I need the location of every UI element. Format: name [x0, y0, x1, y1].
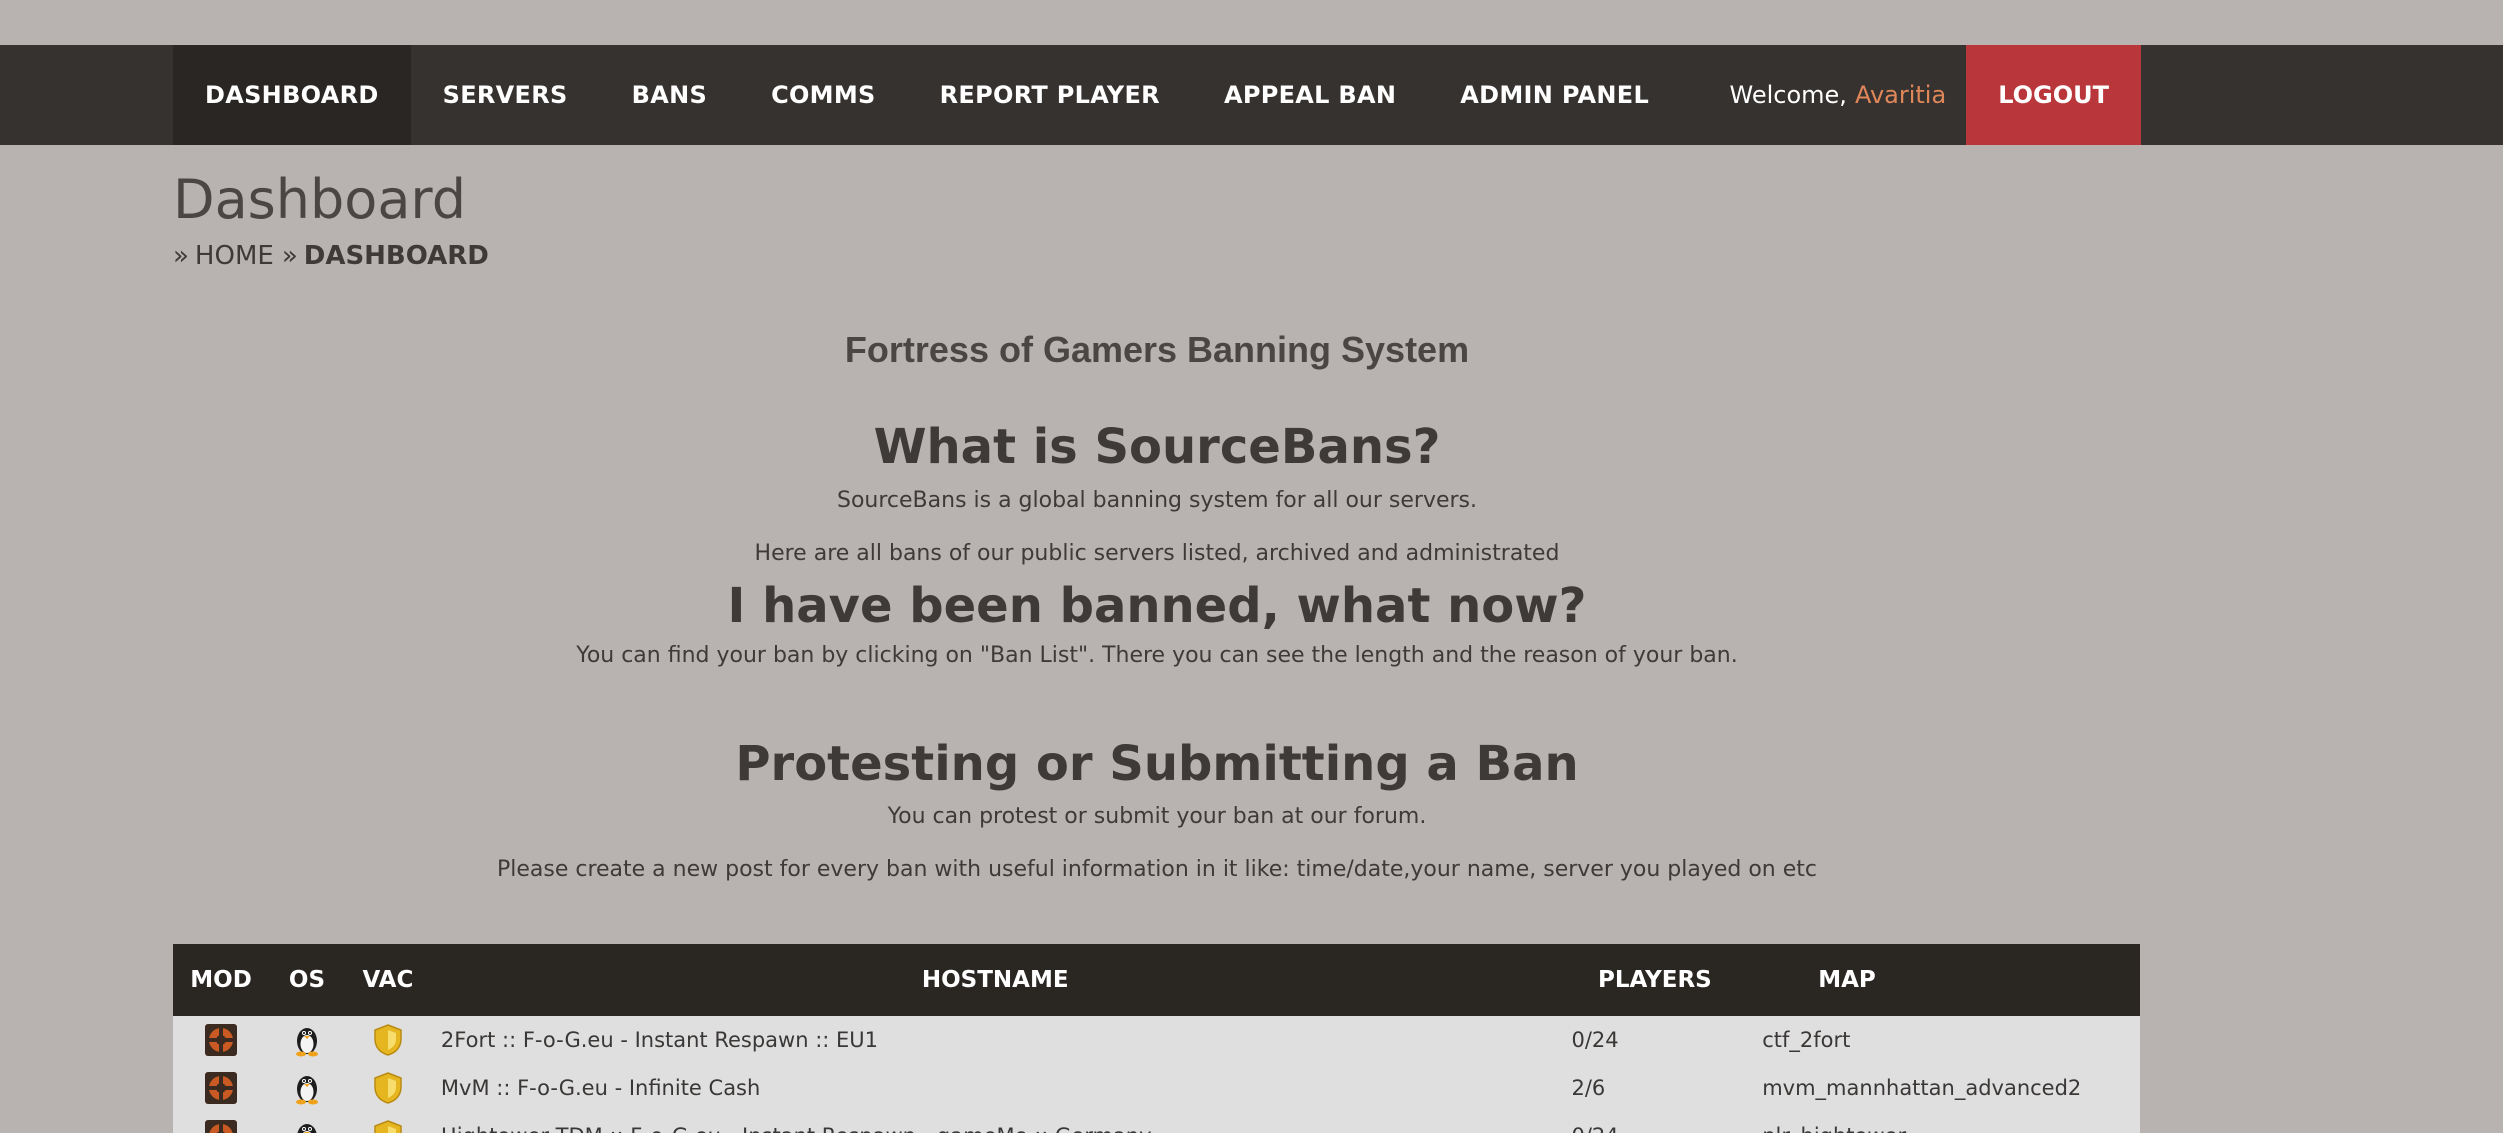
breadcrumb-current: DASHBOARD — [303, 241, 489, 271]
col-header-players: PLAYERS — [1597, 967, 1712, 994]
intro-paragraph-5: Please create a new post for every ban w… — [496, 857, 1818, 883]
welcome-text: Welcome, — [1729, 81, 1847, 109]
linux-tux-icon — [295, 1028, 318, 1057]
heading-what-is-sourcebans: What is SourceBans? — [873, 419, 1441, 475]
col-header-mod: MOD — [190, 967, 252, 994]
hostname-cell: Hightower TDM :: F-o-G.eu - Instant Resp… — [431, 1112, 1560, 1133]
mod-cell — [173, 1112, 269, 1133]
intro-paragraph-3: You can find your ban by clicking on "Ba… — [576, 642, 1738, 668]
mod-cell — [173, 1016, 269, 1064]
heading-protesting: Protesting or Submitting a Ban — [735, 735, 1579, 792]
server-row[interactable]: MvM :: F-o-G.eu - Infinite Cash 2/6 mvm_… — [173, 1064, 2140, 1113]
vac-shield-icon — [374, 1024, 402, 1057]
nav-dashboard[interactable]: DASHBOARD — [173, 45, 411, 145]
players-cell: 0/24 — [1560, 1112, 1751, 1133]
players-cell: 0/24 — [1571, 1028, 1619, 1053]
map-cell: plr_hightower — [1750, 1112, 2140, 1133]
nav-bans[interactable]: BANS — [600, 45, 739, 145]
col-header-hostname: HOSTNAME — [921, 967, 1069, 994]
username-link[interactable]: Avaritia — [1855, 81, 1946, 109]
linux-tux-icon — [295, 1076, 318, 1105]
breadcrumb-home[interactable]: HOME — [195, 241, 274, 271]
col-header-map: MAP — [1818, 967, 1876, 994]
main-content: Dashboard » HOME» DASHBOARD Fortress of Ga… — [173, 173, 2141, 1133]
map-cell: ctf_2fort — [1762, 1028, 1851, 1053]
map-cell: mvm_mannhattan_advanced2 — [1762, 1076, 2082, 1101]
page-title: Dashboard — [173, 168, 466, 231]
logout-button[interactable]: LOGOUT — [1966, 45, 2141, 145]
server-table-header: MOD OS VAC HOSTNAME PLAYERS MAP — [173, 944, 2140, 1017]
intro-paragraph-4: You can protest or submit your ban at ou… — [887, 804, 1427, 830]
tf2-icon — [205, 1120, 238, 1133]
navbar-inner: DASHBOARD SERVERS BANS COMMS REPORT PLAY… — [173, 45, 2141, 145]
vac-cell — [345, 1112, 431, 1133]
hostname-cell: 2Fort :: F-o-G.eu - Instant Respawn :: E… — [440, 1028, 879, 1053]
server-table-header-row: MOD OS VAC HOSTNAME PLAYERS MAP — [173, 944, 2140, 1017]
server-row[interactable]: 2Fort :: F-o-G.eu - Instant Respawn :: E… — [173, 1016, 2140, 1065]
linux-tux-icon — [297, 1124, 317, 1133]
hostname-cell: MvM :: F-o-G.eu - Infinite Cash — [440, 1076, 761, 1101]
nav-servers[interactable]: SERVERS — [411, 45, 600, 145]
vac-shield-icon — [374, 1120, 402, 1133]
nav-comms[interactable]: COMMS — [739, 45, 908, 145]
top-navbar: DASHBOARD SERVERS BANS COMMS REPORT PLAY… — [0, 45, 2503, 145]
breadcrumb-separator: » — [173, 241, 189, 271]
server-row[interactable]: Hightower TDM :: F-o-G.eu - Instant Resp… — [173, 1112, 2140, 1133]
vac-cell — [345, 1064, 431, 1112]
breadcrumb-separator: » — [281, 241, 298, 271]
intro-section: Fortress of Gamers Banning System What i… — [173, 329, 2141, 882]
nav-right: Welcome, Avaritia LOGOUT — [1730, 45, 2141, 145]
system-title: Fortress of Gamers Banning System — [844, 329, 1470, 370]
col-header-os: OS — [288, 967, 326, 994]
tf2-icon — [205, 1024, 238, 1057]
vac-cell — [345, 1016, 431, 1064]
os-cell — [269, 1112, 345, 1133]
nav-admin-panel[interactable]: ADMIN PANEL — [1428, 45, 1681, 145]
os-cell — [269, 1064, 345, 1112]
intro-paragraph-2: Here are all bans of our public servers … — [754, 540, 1560, 566]
tf2-icon — [205, 1072, 238, 1105]
players-cell: 2/6 — [1571, 1076, 1606, 1101]
breadcrumb: » HOME» DASHBOARD — [173, 241, 2141, 271]
heading-banned-what-now: I have been banned, what now? — [727, 577, 1587, 634]
welcome-message: Welcome, Avaritia — [1730, 45, 1967, 145]
nav-report-player[interactable]: REPORT PLAYER — [908, 45, 1192, 145]
top-gap — [0, 0, 2503, 45]
mod-cell — [173, 1064, 269, 1112]
server-table: MOD OS VAC HOSTNAME PLAYERS MAP 2Fort::… — [173, 944, 2140, 1133]
vac-shield-icon — [374, 1072, 402, 1105]
os-cell — [269, 1016, 345, 1064]
nav-appeal-ban[interactable]: APPEAL BAN — [1192, 45, 1428, 145]
server-table-body: 2Fort :: F-o-G.eu - Instant Respawn :: E… — [173, 1016, 2140, 1133]
intro-paragraph-1: SourceBans is a global banning system fo… — [836, 487, 1478, 513]
col-header-vac: VAC — [362, 967, 414, 994]
